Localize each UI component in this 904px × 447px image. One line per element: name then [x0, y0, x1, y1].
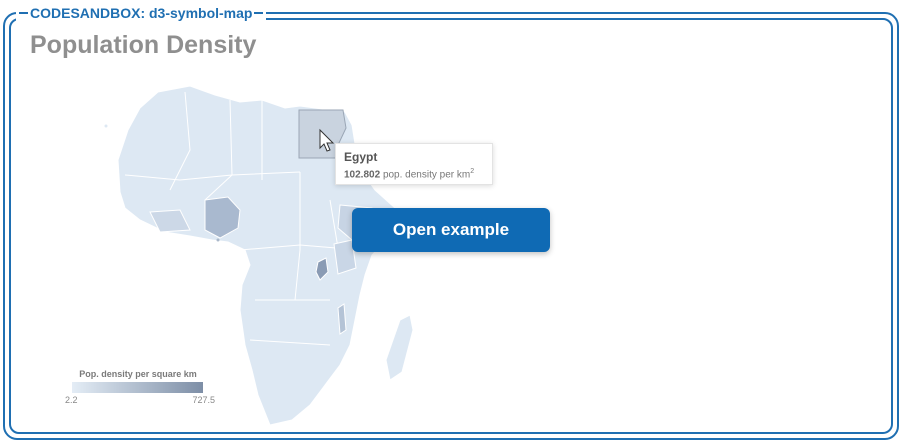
tooltip-unit: pop. density per km	[382, 169, 471, 181]
island	[216, 238, 220, 242]
legend-max-label: 727.5	[192, 395, 215, 405]
tooltip-value: 102.802	[344, 169, 381, 181]
legend-min-label: 2.2	[65, 395, 78, 405]
open-example-button[interactable]: Open example	[352, 208, 550, 252]
tooltip-country-name: Egypt	[344, 150, 378, 164]
legend-title: Pop. density per square km	[79, 369, 197, 379]
density-legend: Pop. density per square km 2.2 727.5	[58, 369, 218, 407]
region-malawi[interactable]	[337, 303, 347, 335]
legend-labels: 2.2 727.5	[58, 395, 218, 407]
country-tooltip: Egypt 102.802 pop. density per km2	[335, 143, 493, 185]
madagascar[interactable]	[385, 314, 414, 381]
tooltip-unit-exponent: 2	[470, 168, 475, 175]
tooltip-value-line: 102.802 pop. density per km2	[344, 165, 484, 182]
island	[104, 124, 108, 128]
legend-gradient-bar	[72, 382, 203, 393]
